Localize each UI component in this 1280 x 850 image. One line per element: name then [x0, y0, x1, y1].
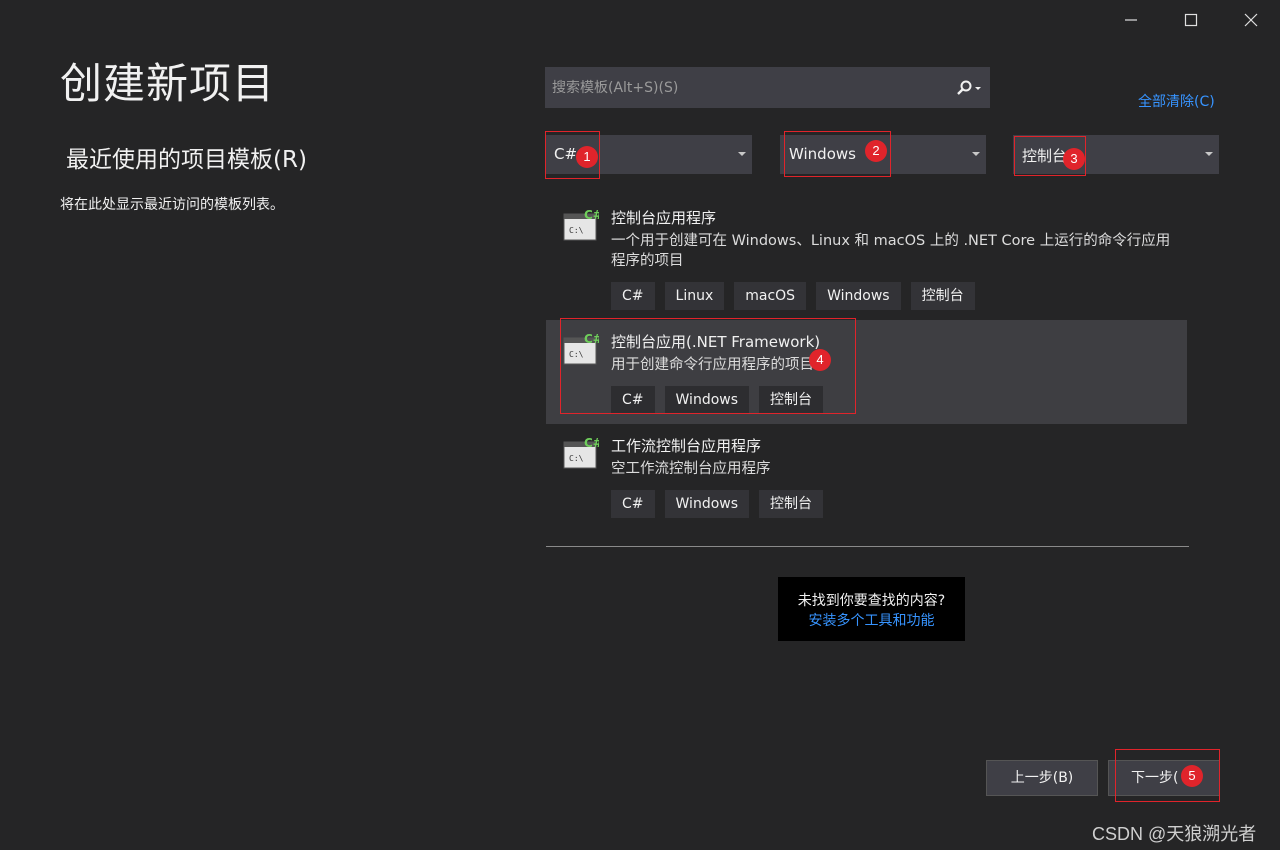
template-description: 用于创建命令行应用程序的项目 [611, 357, 814, 373]
template-title: 控制台应用(.NET Framework) [611, 333, 821, 351]
recent-templates-heading: 最近使用的项目模板(R) [66, 147, 307, 173]
annotation-badge-2: 2 [865, 140, 887, 162]
svg-text:C#: C# [584, 208, 599, 222]
minimize-button[interactable] [1101, 0, 1161, 40]
dropdown-arrow-icon [1205, 152, 1213, 156]
close-button[interactable] [1221, 0, 1280, 40]
tag-console: 控制台 [759, 386, 824, 414]
template-tags: C# Windows 控制台 [611, 386, 824, 414]
dropdown-arrow-icon [972, 152, 980, 156]
template-item-console-app[interactable]: C:\ C# 控制台应用程序 一个用于创建可在 Windows、Linux 和 … [546, 196, 1187, 316]
annotation-badge-1: 1 [576, 146, 598, 168]
annotation-badge-4: 4 [809, 349, 831, 371]
template-description: 一个用于创建可在 Windows、Linux 和 macOS 上的 .NET C… [611, 233, 1171, 269]
console-csharp-icon: C:\ C# [563, 436, 599, 469]
template-tags: C# Linux macOS Windows 控制台 [611, 282, 975, 310]
template-tags: C# Windows 控制台 [611, 490, 824, 518]
tag-windows: Windows [816, 282, 901, 310]
tag-macos: macOS [734, 282, 807, 310]
clear-all-link[interactable]: 全部清除(C) [1138, 91, 1215, 111]
tag-csharp: C# [611, 490, 655, 518]
dropdown-arrow-icon [738, 152, 746, 156]
svg-text:C#: C# [584, 436, 599, 450]
tag-console: 控制台 [910, 282, 975, 310]
list-divider [546, 546, 1189, 547]
project-type-filter-value: 控制台 [1022, 147, 1068, 165]
watermark: CSDN @天狼溯光者 [1092, 824, 1257, 844]
platform-filter-value: Windows [789, 145, 856, 163]
install-tools-link[interactable]: 安装多个工具和功能 [778, 611, 965, 631]
svg-text:C:\: C:\ [569, 454, 584, 463]
tag-windows: Windows [664, 490, 750, 518]
back-button[interactable]: 上一步(B) [986, 760, 1098, 796]
svg-text:C:\: C:\ [569, 350, 584, 359]
svg-text:C:\: C:\ [569, 226, 584, 235]
search-options-button[interactable] [951, 68, 989, 107]
template-title: 控制台应用程序 [611, 209, 717, 227]
template-description: 空工作流控制台应用程序 [611, 461, 771, 477]
console-csharp-icon: C:\ C# [563, 332, 599, 365]
search-icon [957, 80, 981, 95]
tag-csharp: C# [611, 282, 655, 310]
not-found-panel: 未找到你要查找的内容? 安装多个工具和功能 [778, 577, 965, 641]
recent-templates-empty-text: 将在此处显示最近访问的模板列表。 [60, 197, 284, 213]
close-icon [1244, 13, 1258, 27]
search-box [545, 67, 990, 108]
template-title: 工作流控制台应用程序 [611, 437, 762, 455]
tag-console: 控制台 [759, 490, 824, 518]
tag-csharp: C# [611, 386, 655, 414]
search-input[interactable] [546, 78, 951, 97]
not-found-question: 未找到你要查找的内容? [797, 593, 946, 609]
annotation-badge-3: 3 [1063, 148, 1085, 170]
project-type-filter-dropdown[interactable]: 控制台 [1013, 135, 1219, 174]
maximize-icon [1184, 13, 1198, 27]
template-item-workflow-console-app[interactable]: C:\ C# 工作流控制台应用程序 空工作流控制台应用程序 C# Windows… [546, 424, 1187, 528]
console-csharp-icon: C:\ C# [563, 208, 599, 241]
template-item-console-app-netframework[interactable]: C:\ C# 控制台应用(.NET Framework) 用于创建命令行应用程序… [546, 320, 1187, 424]
page-title: 创建新项目 [60, 59, 276, 108]
language-filter-value: C# [554, 145, 578, 163]
tag-linux: Linux [664, 282, 725, 310]
minimize-icon [1125, 19, 1137, 21]
annotation-badge-5: 5 [1181, 765, 1203, 787]
tag-windows: Windows [664, 386, 750, 414]
next-button[interactable]: 下一步( [1108, 760, 1220, 796]
svg-text:C#: C# [584, 332, 599, 346]
maximize-button[interactable] [1161, 0, 1221, 40]
chevron-down-icon [975, 86, 981, 90]
